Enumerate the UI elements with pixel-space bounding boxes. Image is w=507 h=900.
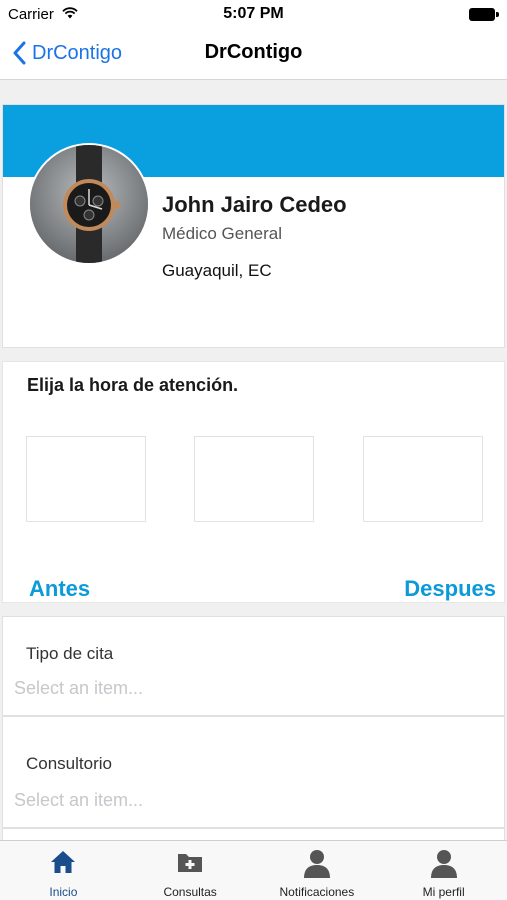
next-button[interactable]: Despues [404,576,496,602]
office-label: Consultorio [26,754,112,773]
schedule-heading: Elija la hora de atención. [27,375,239,395]
schedule-card: Elija la hora de atención. Antes Despues [2,361,505,603]
doctor-avatar [28,143,150,265]
tab-notificaciones[interactable]: Notificaciones [254,841,381,900]
user-icon [303,849,331,884]
doctor-name: John Jairo Cedeo [162,192,347,217]
tab-consultas[interactable]: Consultas [127,841,254,900]
tab-mi-perfil[interactable]: Mi perfil [380,841,507,900]
appointment-type-picker[interactable]: Select an item... [14,678,494,699]
office-field: Consultorio Select an item... [2,716,505,828]
home-icon [49,849,77,880]
appointment-type-field: Tipo de cita Select an item... [2,616,505,716]
battery-icon [469,8,499,21]
tab-bar: Inicio Consultas Notificaciones Mi perfi… [0,840,507,900]
status-time: 5:07 PM [223,5,284,22]
office-picker[interactable]: Select an item... [14,790,494,811]
doctor-specialty: Médico General [162,224,283,243]
user-icon [430,849,458,884]
time-slot[interactable] [363,436,483,522]
tab-label: Mi perfil [422,885,465,899]
previous-button[interactable]: Antes [29,576,90,602]
back-button[interactable]: DrContigo [12,38,122,68]
chevron-left-icon [13,41,26,65]
time-slot[interactable] [194,436,314,522]
status-bar: Carrier 5:07 PM [0,0,507,28]
navigation-bar: DrContigo DrContigo [0,28,507,80]
back-button-label: DrContigo [32,41,123,64]
tab-label: Notificaciones [279,885,355,899]
doctor-location: Guayaquil, EC [162,261,272,280]
appointment-type-label: Tipo de cita [26,644,114,663]
folder-plus-icon [176,849,204,880]
tab-label: Inicio [49,885,78,899]
doctor-profile-card: John Jairo Cedeo Médico General Guayaqui… [2,104,505,348]
tab-inicio[interactable]: Inicio [0,841,127,900]
tab-label: Consultas [163,885,217,899]
time-slot[interactable] [26,436,146,522]
